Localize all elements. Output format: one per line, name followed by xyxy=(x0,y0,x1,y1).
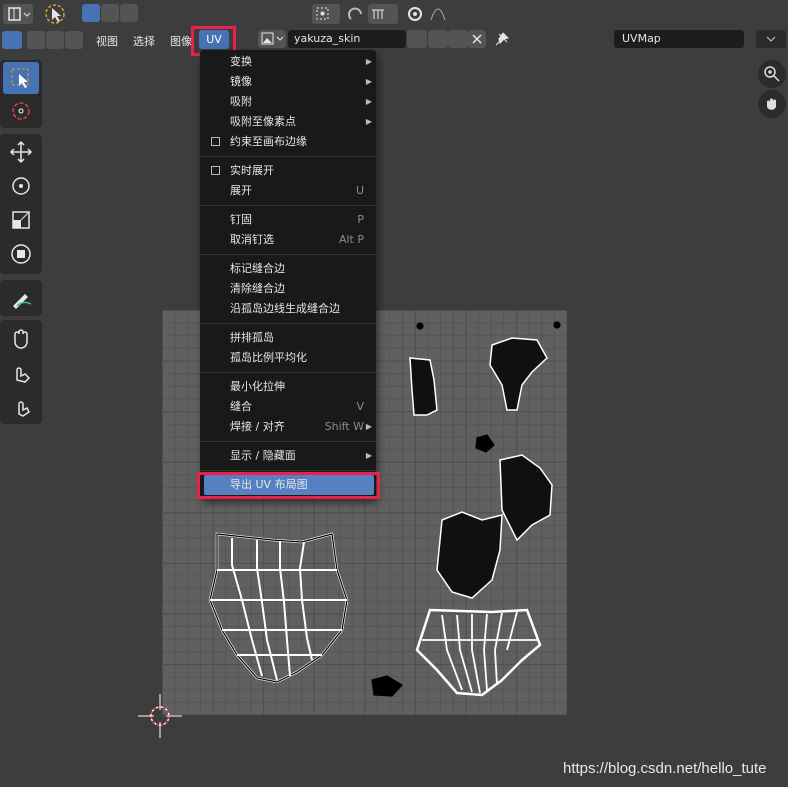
menu-item-pin[interactable]: 钉固 P xyxy=(200,210,376,230)
open-folder-icon[interactable] xyxy=(448,30,468,48)
menu-item-stitch[interactable]: 缝合 V xyxy=(200,397,376,417)
cursor-tool-icon[interactable] xyxy=(3,95,39,127)
image-browse-icon[interactable] xyxy=(258,30,286,48)
pinch-tool-icon[interactable] xyxy=(3,390,39,422)
menu-separator xyxy=(200,156,376,157)
menu-separator xyxy=(200,470,376,471)
menu-item-constrain-to-bounds[interactable]: 约束至画布边缘 xyxy=(200,132,376,152)
edge-select-icon[interactable] xyxy=(46,31,64,49)
menu-item-unwrap[interactable]: 展开 U xyxy=(200,181,376,201)
menu-item-clear-seam[interactable]: 清除缝合边 xyxy=(200,279,376,299)
overlay-dropdown[interactable] xyxy=(756,30,786,48)
pan-hand-icon[interactable] xyxy=(758,90,786,118)
uv-map-field[interactable]: UVMap xyxy=(614,30,744,48)
submenu-arrow-icon: ▶ xyxy=(365,77,372,86)
unlink-close-icon[interactable] xyxy=(468,30,486,48)
toolbar-group-grab xyxy=(0,320,42,424)
vertex-select-icon[interactable] xyxy=(27,31,45,49)
scale-tool-icon[interactable] xyxy=(3,204,39,236)
menu-item-snap[interactable]: 吸附 ▶ xyxy=(200,92,376,112)
menu-separator xyxy=(200,323,376,324)
toolbar-group-annotate xyxy=(0,280,42,316)
grab-tool-icon[interactable] xyxy=(3,322,39,354)
toolbar-group-transform xyxy=(0,134,42,274)
select-tool-icon[interactable] xyxy=(42,2,68,26)
menu-separator xyxy=(200,372,376,373)
submenu-arrow-icon: ▶ xyxy=(365,57,372,66)
zoom-icon[interactable] xyxy=(758,60,786,88)
annotate-tool-icon[interactable] xyxy=(3,282,39,314)
menu-item-seams-from-islands[interactable]: 沿孤岛边线生成缝合边 xyxy=(200,299,376,319)
mode-new-icon[interactable] xyxy=(82,4,100,22)
watermark-text: https://blog.csdn.net/hello_tute xyxy=(563,760,767,777)
menu-item-unpin[interactable]: 取消钉选 Alt P xyxy=(200,230,376,250)
relax-tool-icon[interactable] xyxy=(3,356,39,388)
menu-image[interactable]: 图像 xyxy=(170,33,192,49)
pivot-point-icon[interactable] xyxy=(312,4,340,24)
sync-selection-icon[interactable] xyxy=(2,31,22,49)
image-name-field[interactable]: yakuza_skin xyxy=(288,30,406,48)
menu-view[interactable]: 视图 xyxy=(96,33,118,49)
menu-item-snap-to-pixels[interactable]: 吸附至像素点 ▶ xyxy=(200,112,376,132)
transform-tool-icon[interactable] xyxy=(3,238,39,270)
snap-icon[interactable] xyxy=(346,4,366,24)
menu-separator xyxy=(200,254,376,255)
select-box-tool-icon[interactable] xyxy=(3,62,39,94)
menu-separator xyxy=(200,441,376,442)
editor-type-button[interactable] xyxy=(3,4,33,24)
menu-item-transform[interactable]: 变换 ▶ xyxy=(200,52,376,72)
pin-icon[interactable] xyxy=(493,30,511,48)
uv-dropdown-menu: 变换 ▶ 镜像 ▶ 吸附 ▶ 吸附至像素点 ▶ 约束至画布边缘 实时展开 展开 U 钉固 P… xyxy=(200,50,376,499)
checkbox-icon[interactable] xyxy=(211,166,220,175)
toolbar-group-select xyxy=(0,60,42,128)
menu-item-average-island-scale[interactable]: 孤岛比例平均化 xyxy=(200,348,376,368)
submenu-arrow-icon: ▶ xyxy=(365,117,372,126)
menu-select[interactable]: 选择 xyxy=(133,33,155,49)
falloff-icon[interactable] xyxy=(428,4,456,24)
menu-separator xyxy=(200,205,376,206)
menu-item-mark-seam[interactable]: 标记缝合边 xyxy=(200,259,376,279)
mode-extend-icon[interactable] xyxy=(101,4,119,22)
checkbox-icon[interactable] xyxy=(211,137,220,146)
export-highlight-box xyxy=(197,472,380,499)
rotate-tool-icon[interactable] xyxy=(3,170,39,202)
move-tool-icon[interactable] xyxy=(3,136,39,168)
submenu-arrow-icon: ▶ xyxy=(365,97,372,106)
submenu-arrow-icon: ▶ xyxy=(365,451,372,460)
menu-item-show-hide-faces[interactable]: 显示 / 隐藏面 ▶ xyxy=(200,446,376,466)
submenu-arrow-icon: ▶ xyxy=(365,422,372,431)
menu-item-pack-islands[interactable]: 拼排孤岛 xyxy=(200,328,376,348)
new-image-icon[interactable] xyxy=(428,30,448,48)
menu-item-mirror[interactable]: 镜像 ▶ xyxy=(200,72,376,92)
mode-subtract-icon[interactable] xyxy=(120,4,138,22)
fake-user-shield-icon[interactable] xyxy=(407,30,427,48)
menu-item-live-unwrap[interactable]: 实时展开 xyxy=(200,161,376,181)
proportional-edit-icon[interactable] xyxy=(405,4,425,24)
top-toolbar xyxy=(0,0,788,28)
menu-item-minimize-stretch[interactable]: 最小化拉伸 xyxy=(200,377,376,397)
face-select-icon[interactable] xyxy=(65,31,83,49)
uv-2d-cursor-icon[interactable] xyxy=(136,692,184,740)
snap-target-icon[interactable] xyxy=(368,4,398,24)
menu-item-merge-align[interactable]: 焊接 / 对齐 Shift W ▶ xyxy=(200,417,376,437)
